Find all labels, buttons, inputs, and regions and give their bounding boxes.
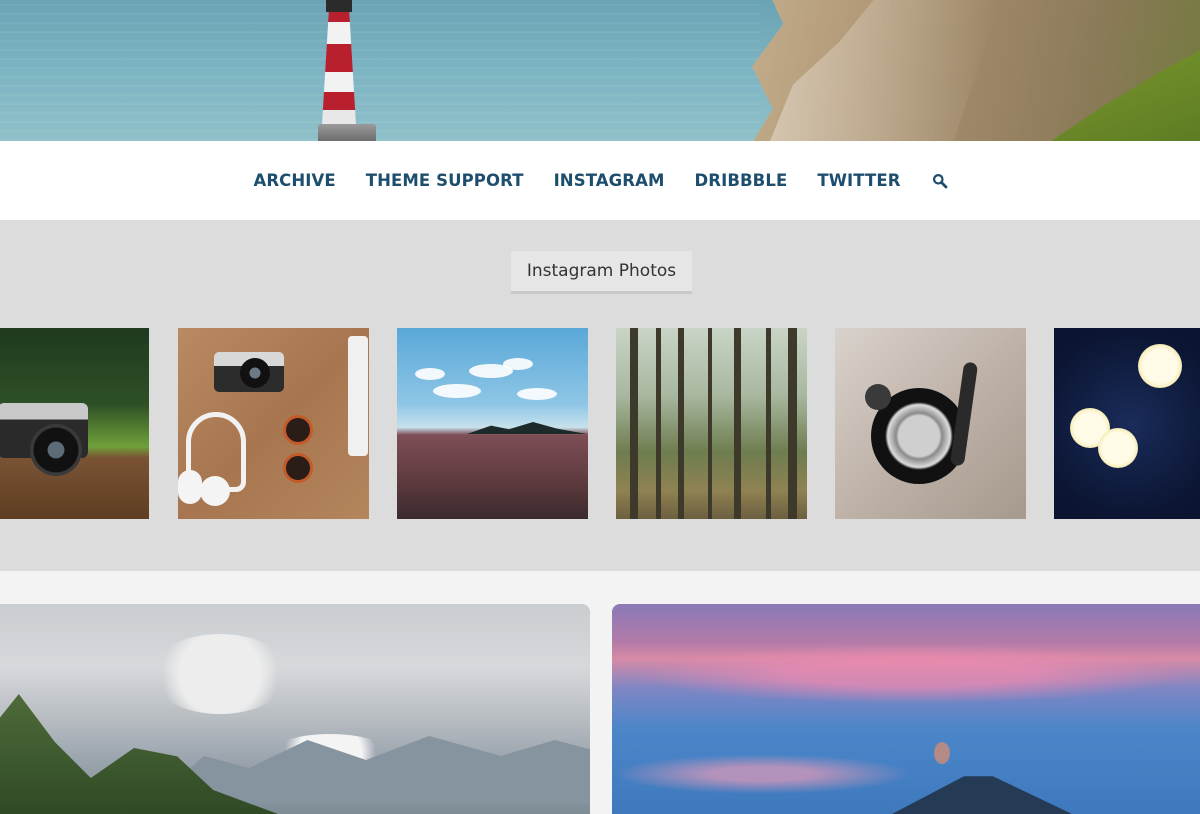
camera-lens bbox=[240, 358, 270, 388]
cloud bbox=[433, 384, 481, 398]
post-card[interactable] bbox=[612, 604, 1200, 814]
instagram-photo[interactable] bbox=[397, 328, 588, 519]
bokeh-light bbox=[1138, 344, 1182, 388]
tree-trunk bbox=[630, 328, 638, 519]
lighthouse-base bbox=[318, 124, 376, 141]
instagram-photo[interactable] bbox=[0, 328, 149, 519]
search-icon[interactable] bbox=[931, 172, 949, 190]
island bbox=[467, 422, 587, 434]
cloud bbox=[503, 358, 533, 370]
headphone-cup bbox=[178, 470, 202, 504]
nav-twitter[interactable]: TWITTER bbox=[817, 171, 900, 190]
volcano bbox=[892, 776, 1072, 814]
cloud bbox=[517, 388, 557, 400]
nav-instagram[interactable]: INSTAGRAM bbox=[554, 171, 665, 190]
sunset-glow bbox=[632, 644, 1192, 704]
sea bbox=[0, 0, 760, 141]
nav-list: ARCHIVE THEME SUPPORT INSTAGRAM DRIBBBLE… bbox=[253, 171, 948, 190]
lighthouse-lantern bbox=[326, 0, 352, 12]
header-hero-image bbox=[0, 0, 1200, 141]
sunglasses-lens bbox=[286, 418, 310, 442]
instagram-photo[interactable] bbox=[178, 328, 369, 519]
cloud bbox=[415, 368, 445, 380]
instagram-photo[interactable] bbox=[1054, 328, 1200, 519]
tree-trunk bbox=[734, 328, 741, 519]
main-nav: ARCHIVE THEME SUPPORT INSTAGRAM DRIBBBLE… bbox=[0, 141, 1200, 220]
instagram-widget-title: Instagram Photos bbox=[511, 251, 692, 294]
tree-trunk bbox=[708, 328, 712, 519]
instagram-widget: Instagram Photos bbox=[0, 220, 1200, 571]
phone-device bbox=[348, 336, 368, 456]
headphone-cup bbox=[200, 476, 230, 506]
tree-trunk bbox=[656, 328, 661, 519]
nav-theme-support[interactable]: THEME SUPPORT bbox=[366, 171, 524, 190]
tree-trunk bbox=[678, 328, 684, 519]
cloud bbox=[150, 634, 290, 714]
camera-lens bbox=[30, 424, 82, 476]
volcano-plume bbox=[934, 742, 950, 764]
instagram-photo[interactable] bbox=[616, 328, 807, 519]
nav-dribbble[interactable]: DRIBBBLE bbox=[694, 171, 787, 190]
post-card[interactable] bbox=[0, 604, 590, 814]
turntable-knob bbox=[865, 384, 891, 410]
nav-archive[interactable]: ARCHIVE bbox=[253, 171, 335, 190]
sunglasses-lens bbox=[286, 456, 310, 480]
tree-trunk bbox=[788, 328, 797, 519]
bokeh-light bbox=[1098, 428, 1138, 468]
instagram-photo[interactable] bbox=[835, 328, 1026, 519]
tree-trunk bbox=[766, 328, 771, 519]
pink-haze bbox=[612, 754, 912, 794]
